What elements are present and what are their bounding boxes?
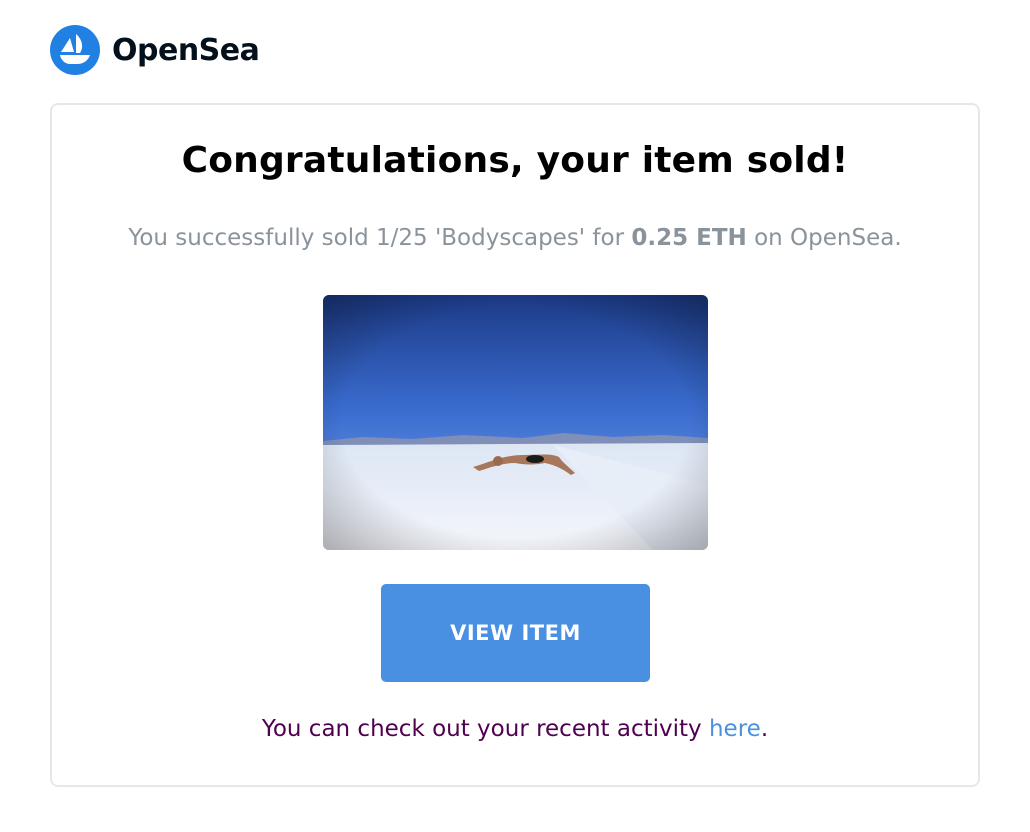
sale-summary-prefix: You successfully sold 1/25 'Bodyscapes' … xyxy=(128,225,632,251)
sale-price: 0.25 ETH xyxy=(631,225,747,251)
item-image[interactable] xyxy=(323,295,708,550)
brand-name[interactable]: OpenSea xyxy=(112,33,260,68)
recent-activity-period: . xyxy=(760,716,769,742)
recent-activity-note: You can check out your recent activity h… xyxy=(0,716,1030,742)
sale-summary: You successfully sold 1/25 'Bodyscapes' … xyxy=(0,225,1030,251)
email-header: OpenSea xyxy=(50,24,260,76)
view-item-button[interactable]: VIEW ITEM xyxy=(381,584,650,682)
page-title: Congratulations, your item sold! xyxy=(181,140,849,181)
recent-activity-link[interactable]: here xyxy=(709,716,761,742)
recent-activity-text: You can check out your recent activity xyxy=(261,716,709,742)
sale-summary-suffix: on OpenSea. xyxy=(746,225,902,251)
opensea-ship-icon[interactable] xyxy=(50,25,100,75)
